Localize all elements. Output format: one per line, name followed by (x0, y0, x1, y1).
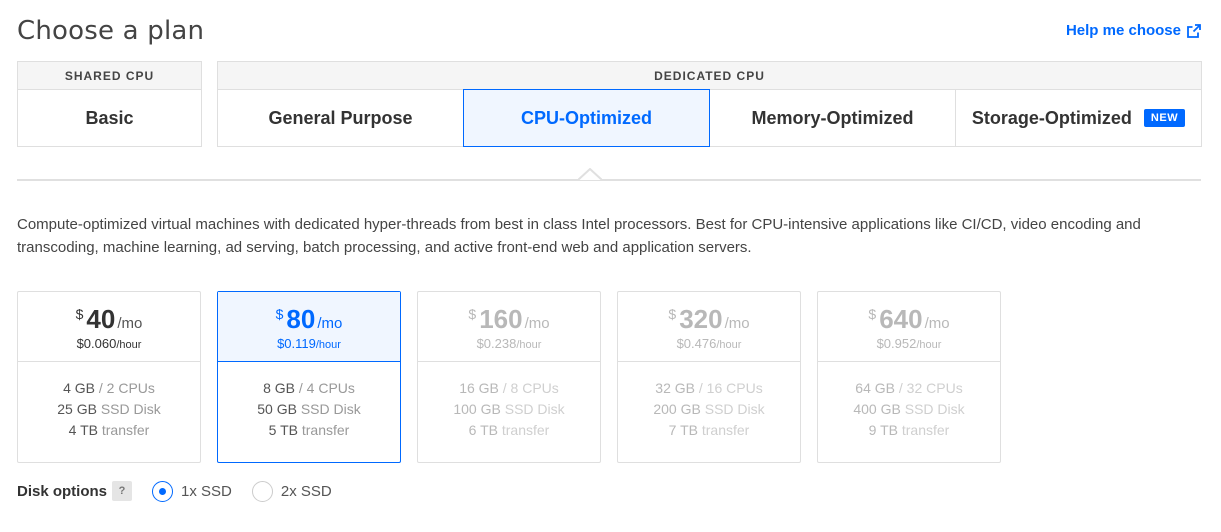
monthly-price: 320 (679, 304, 723, 334)
page-title: Choose a plan (17, 16, 205, 46)
currency-symbol: $ (468, 306, 477, 322)
per-month-unit: /mo (317, 315, 343, 332)
per-month-unit: /mo (524, 315, 550, 332)
radio-checked-icon[interactable] (152, 480, 174, 502)
external-link-icon (1187, 23, 1201, 38)
monthly-price: 40 (86, 304, 116, 334)
help-me-choose-link[interactable]: Help me choose (1066, 22, 1201, 39)
plan-card-80[interactable]: $ 80 /mo $0.119/hour 8 GB / 4 CPUs 50 GB… (217, 291, 401, 463)
plan-specs: 8 GB / 4 CPUs 50 GB SSD Disk 5 TB transf… (257, 380, 361, 438)
dedicated-cpu-group: DEDICATED CPU General Purpose CPU-Optimi… (217, 61, 1202, 147)
monthly-price: 640 (879, 304, 923, 334)
hourly-price: $0.238/hour (476, 336, 542, 351)
hourly-price: $0.952/hour (876, 336, 942, 351)
tab-general-purpose-label: General Purpose (268, 107, 413, 128)
plan-specs: 16 GB / 8 CPUs 100 GB SSD Disk 6 TB tran… (453, 380, 565, 438)
tab-basic-label: Basic (85, 107, 134, 128)
currency-symbol: $ (668, 306, 677, 322)
plan-specs: 4 GB / 2 CPUs 25 GB SSD Disk 4 TB transf… (57, 380, 161, 438)
per-month-unit: /mo (117, 315, 143, 332)
tab-memory-optimized-label: Memory-Optimized (751, 107, 914, 128)
per-month-unit: /mo (724, 315, 750, 332)
plan-specs: 32 GB / 16 CPUs 200 GB SSD Disk 7 TB tra… (653, 380, 765, 438)
disk-options-label: Disk options (17, 482, 108, 500)
plan-card-320: $ 320 /mo $0.476/hour 32 GB / 16 CPUs 20… (617, 291, 801, 463)
disk-options-row: Disk options ? 1x SSD 2x SSD (17, 479, 332, 503)
monthly-price: 80 (286, 304, 316, 334)
hourly-price: $0.119/hour (277, 336, 341, 351)
tab-storage-optimized-label: Storage-Optimized (971, 107, 1132, 128)
disk-option-2x-label: 2x SSD (280, 482, 332, 500)
new-badge: NEW (1143, 109, 1186, 127)
caret-up-icon (578, 168, 602, 181)
hourly-price: $0.476/hour (676, 336, 742, 351)
plan-card-640: $ 640 /mo $0.952/hour 64 GB / 32 CPUs 40… (817, 291, 1001, 463)
plan-card-40[interactable]: $ 40 /mo $0.060/hour 4 GB / 2 CPUs 25 GB… (17, 291, 201, 463)
tab-divider (17, 179, 1201, 181)
shared-cpu-group: SHARED CPU Basic (17, 61, 202, 147)
dedicated-cpu-header: DEDICATED CPU (218, 62, 1201, 90)
help-link-label: Help me choose (1065, 22, 1181, 39)
tab-storage-optimized[interactable]: Storage-Optimized NEW (956, 90, 1201, 146)
hourly-price: $0.060/hour (76, 336, 142, 351)
currency-symbol: $ (75, 306, 84, 322)
radio-unchecked-icon[interactable] (251, 480, 273, 502)
disk-option-1x-ssd[interactable]: 1x SSD (152, 480, 232, 502)
disk-option-1x-label: 1x SSD (181, 482, 232, 500)
disk-option-2x-ssd[interactable]: 2x SSD (251, 480, 332, 502)
per-month-unit: /mo (924, 315, 950, 332)
tab-basic[interactable]: Basic (18, 90, 201, 146)
plan-description: Compute-optimized virtual machines with … (17, 216, 1141, 256)
plan-card-160: $ 160 /mo $0.238/hour 16 GB / 8 CPUs 100… (417, 291, 601, 463)
monthly-price: 160 (479, 304, 523, 334)
tab-cpu-optimized-label: CPU-Optimized (520, 107, 652, 128)
currency-symbol: $ (868, 306, 877, 322)
tab-memory-optimized[interactable]: Memory-Optimized (710, 90, 956, 146)
currency-symbol: $ (275, 306, 284, 322)
tab-cpu-optimized[interactable]: CPU-Optimized (463, 89, 710, 147)
plan-specs: 64 GB / 32 CPUs 400 GB SSD Disk 9 TB tra… (853, 380, 965, 438)
tab-general-purpose[interactable]: General Purpose (218, 90, 464, 146)
help-icon[interactable]: ? (112, 481, 133, 501)
shared-cpu-header: SHARED CPU (18, 62, 201, 90)
